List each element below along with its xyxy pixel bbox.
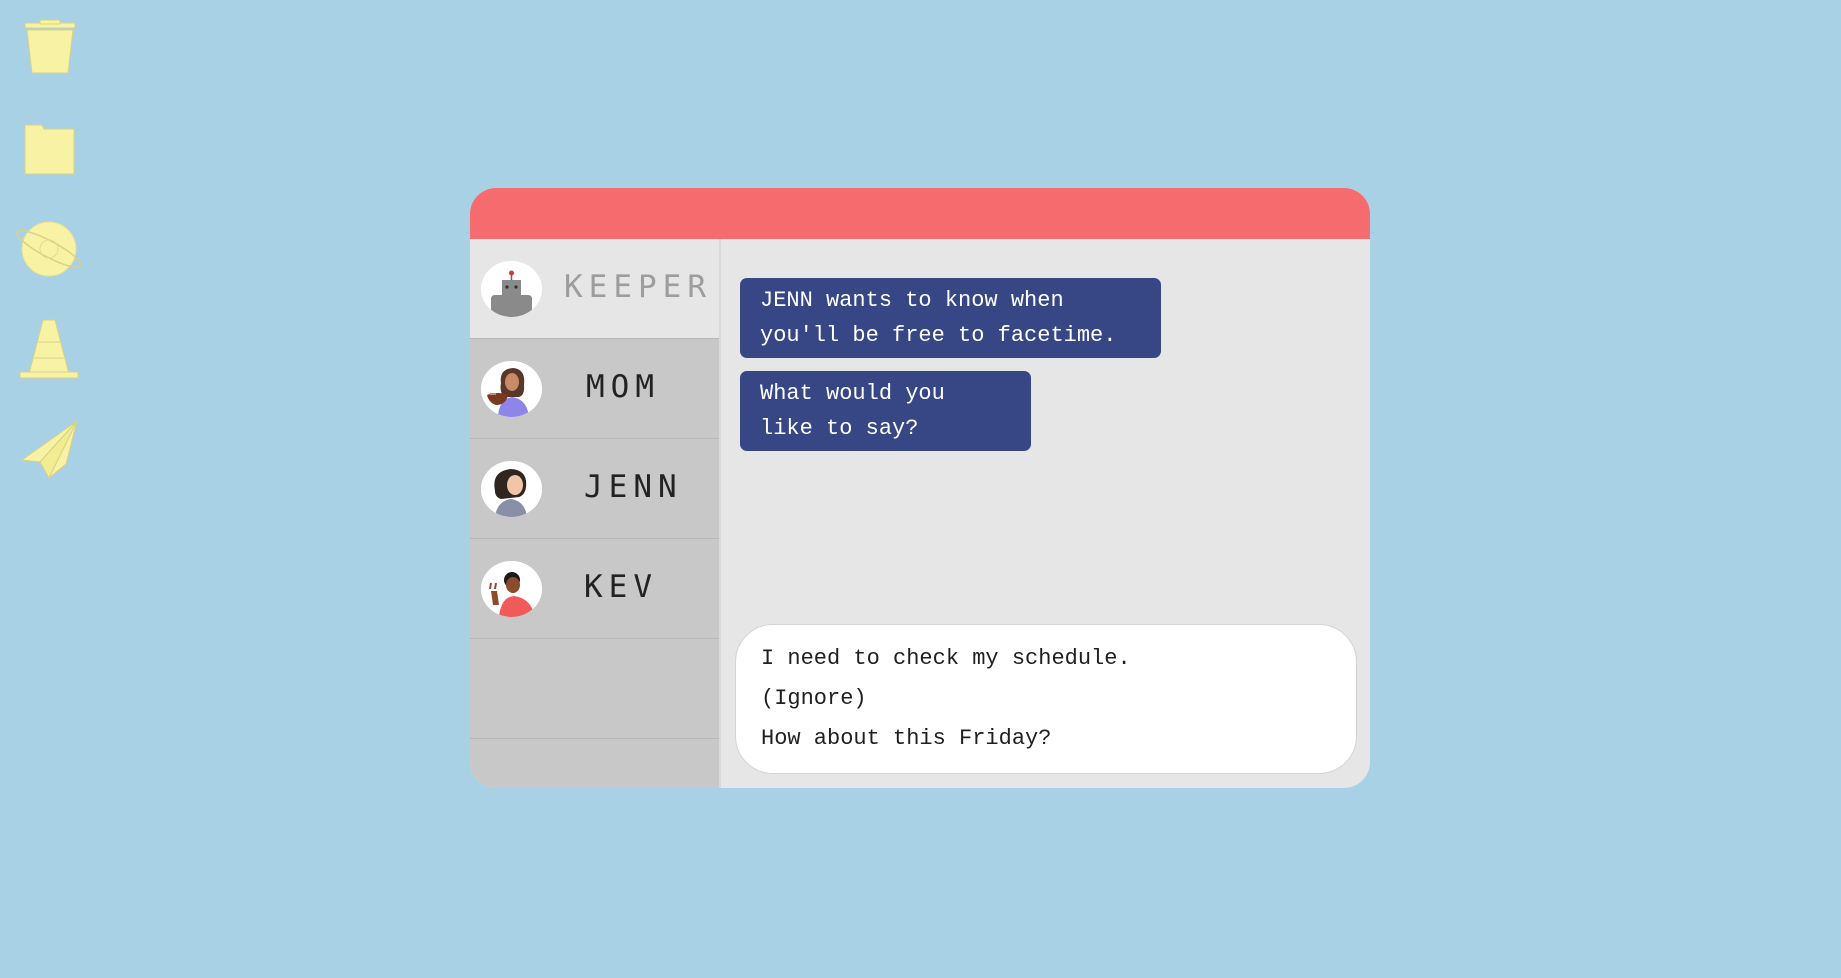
contact-mom[interactable]: MOM (470, 339, 719, 439)
contact-name: MOM (586, 369, 660, 405)
contact-name: KEV (584, 569, 658, 605)
traffic-cone-icon[interactable] (14, 314, 84, 384)
chat-window: KEEPER MOM JENN KEV JENN wants to know w… (470, 188, 1370, 788)
window-titlebar[interactable] (470, 188, 1370, 239)
reply-option[interactable]: I need to check my schedule. (761, 639, 1356, 679)
contact-slot-empty (470, 639, 719, 739)
reply-options-panel: I need to check my schedule. (Ignore) Ho… (735, 624, 1357, 774)
contact-name: JENN (584, 469, 683, 505)
kev-avatar (481, 561, 542, 617)
message-bubble: What would you like to say? (740, 371, 1031, 451)
robot-avatar (481, 261, 542, 317)
reply-option[interactable]: How about this Friday? (761, 719, 1356, 759)
contact-kev[interactable]: KEV (470, 539, 719, 639)
folder-icon[interactable] (14, 114, 84, 184)
jenn-avatar (481, 461, 542, 517)
paper-plane-icon[interactable] (14, 414, 84, 484)
contacts-sidebar: KEEPER MOM JENN KEV (470, 239, 721, 788)
contact-keeper[interactable]: KEEPER (470, 239, 719, 339)
trash-icon[interactable] (14, 14, 84, 84)
reply-option[interactable]: (Ignore) (761, 679, 1356, 719)
message-bubble: JENN wants to know when you'll be free t… (740, 278, 1161, 358)
planet-icon[interactable] (14, 214, 84, 284)
mom-avatar (481, 361, 542, 417)
contact-name: KEEPER (564, 269, 712, 305)
contact-jenn[interactable]: JENN (470, 439, 719, 539)
